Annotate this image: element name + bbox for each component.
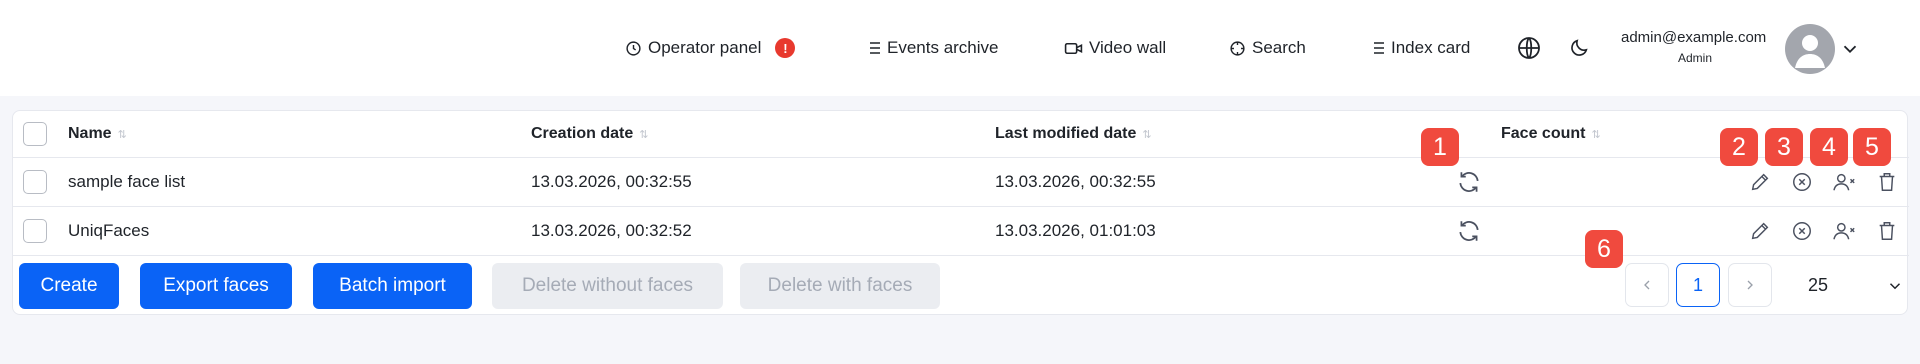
- remove-user-icon[interactable]: [1831, 217, 1859, 245]
- sort-icon: ⇅: [639, 128, 649, 141]
- row-created: 13.03.2026, 00:32:52: [531, 221, 692, 240]
- table-row[interactable]: UniqFaces 13.03.2026, 00:32:52 13.03.202…: [13, 207, 1909, 256]
- nav-search[interactable]: Search: [1229, 32, 1306, 64]
- video-camera-icon: [1064, 41, 1083, 56]
- clock-icon: [625, 40, 642, 57]
- delete-without-faces-button[interactable]: Delete without faces: [492, 263, 723, 309]
- next-page-button[interactable]: [1728, 263, 1772, 307]
- chevron-down-icon[interactable]: [1839, 38, 1861, 65]
- callout-6: 6: [1585, 230, 1623, 268]
- user-role: Admin: [1678, 51, 1713, 65]
- callout-2: 2: [1720, 128, 1758, 166]
- table-header: Name ⇅ Creation date ⇅ Last modified date ⇅…: [13, 111, 1909, 158]
- sort-icon: ⇅: [117, 128, 127, 141]
- nav-index-card[interactable]: Index card: [1373, 32, 1470, 64]
- batch-import-button[interactable]: Batch import: [313, 263, 472, 309]
- crosshair-icon: [1229, 40, 1246, 57]
- column-creation-date[interactable]: Creation date ⇅: [531, 111, 648, 157]
- avatar[interactable]: [1785, 24, 1835, 74]
- refresh-icon[interactable]: [1455, 217, 1483, 245]
- delete-with-faces-button[interactable]: Delete with faces: [740, 263, 940, 309]
- edit-icon[interactable]: [1746, 217, 1774, 245]
- alert-badge: !: [775, 38, 796, 58]
- remove-user-icon[interactable]: [1831, 168, 1859, 196]
- row-name: sample face list: [68, 172, 186, 191]
- trash-icon[interactable]: [1873, 168, 1901, 196]
- globe-icon[interactable]: [1515, 34, 1543, 62]
- clear-icon[interactable]: [1788, 168, 1816, 196]
- nav-label: Index card: [1391, 38, 1471, 57]
- clear-icon[interactable]: [1788, 217, 1816, 245]
- callout-5: 5: [1853, 128, 1891, 166]
- nav-label: Search: [1252, 38, 1306, 57]
- list-icon: [1373, 41, 1385, 55]
- user-email: admin@example.com: [1621, 29, 1767, 46]
- callout-1: 1: [1421, 128, 1459, 166]
- nav-operator-panel[interactable]: Operator panel !: [625, 32, 796, 64]
- edit-icon[interactable]: [1746, 168, 1774, 196]
- page-1-button[interactable]: 1: [1676, 263, 1720, 307]
- refresh-icon[interactable]: [1455, 168, 1483, 196]
- create-button[interactable]: Create: [19, 263, 119, 309]
- trash-icon[interactable]: [1873, 217, 1901, 245]
- callout-3: 3: [1765, 128, 1803, 166]
- select-all-checkbox[interactable]: [23, 122, 47, 146]
- row-name: UniqFaces: [68, 221, 150, 240]
- page-size-select[interactable]: 25: [1808, 263, 1828, 307]
- export-faces-button[interactable]: Export faces: [140, 263, 292, 309]
- nav-label: Events archive: [887, 38, 999, 57]
- sort-icon: ⇅: [1142, 128, 1152, 141]
- callout-4: 4: [1810, 128, 1848, 166]
- row-checkbox[interactable]: [23, 170, 47, 194]
- nav-label: Operator panel: [648, 38, 762, 57]
- top-navigation-bar: Operator panel ! Events archive Video wa…: [0, 0, 1920, 96]
- column-name[interactable]: Name ⇅: [68, 111, 127, 157]
- column-face-count[interactable]: Face count ⇅: [1501, 111, 1601, 157]
- nav-events-archive[interactable]: Events archive: [869, 32, 999, 64]
- nav-label: Video wall: [1089, 38, 1167, 57]
- sort-icon: ⇅: [1591, 128, 1601, 141]
- row-modified: 13.03.2026, 00:32:55: [995, 172, 1156, 191]
- row-modified: 13.03.2026, 01:01:03: [995, 221, 1156, 240]
- prev-page-button[interactable]: [1625, 263, 1669, 307]
- row-checkbox[interactable]: [23, 219, 47, 243]
- nav-video-wall[interactable]: Video wall: [1064, 32, 1166, 64]
- list-icon: [869, 41, 881, 55]
- row-created: 13.03.2026, 00:32:55: [531, 172, 692, 191]
- column-last-modified[interactable]: Last modified date ⇅: [995, 111, 1152, 157]
- chevron-down-icon[interactable]: [1886, 277, 1904, 300]
- table-row[interactable]: sample face list 13.03.2026, 00:32:55 13…: [13, 158, 1909, 207]
- face-lists-table: Name ⇅ Creation date ⇅ Last modified date ⇅…: [12, 110, 1909, 315]
- moon-icon[interactable]: [1565, 34, 1593, 62]
